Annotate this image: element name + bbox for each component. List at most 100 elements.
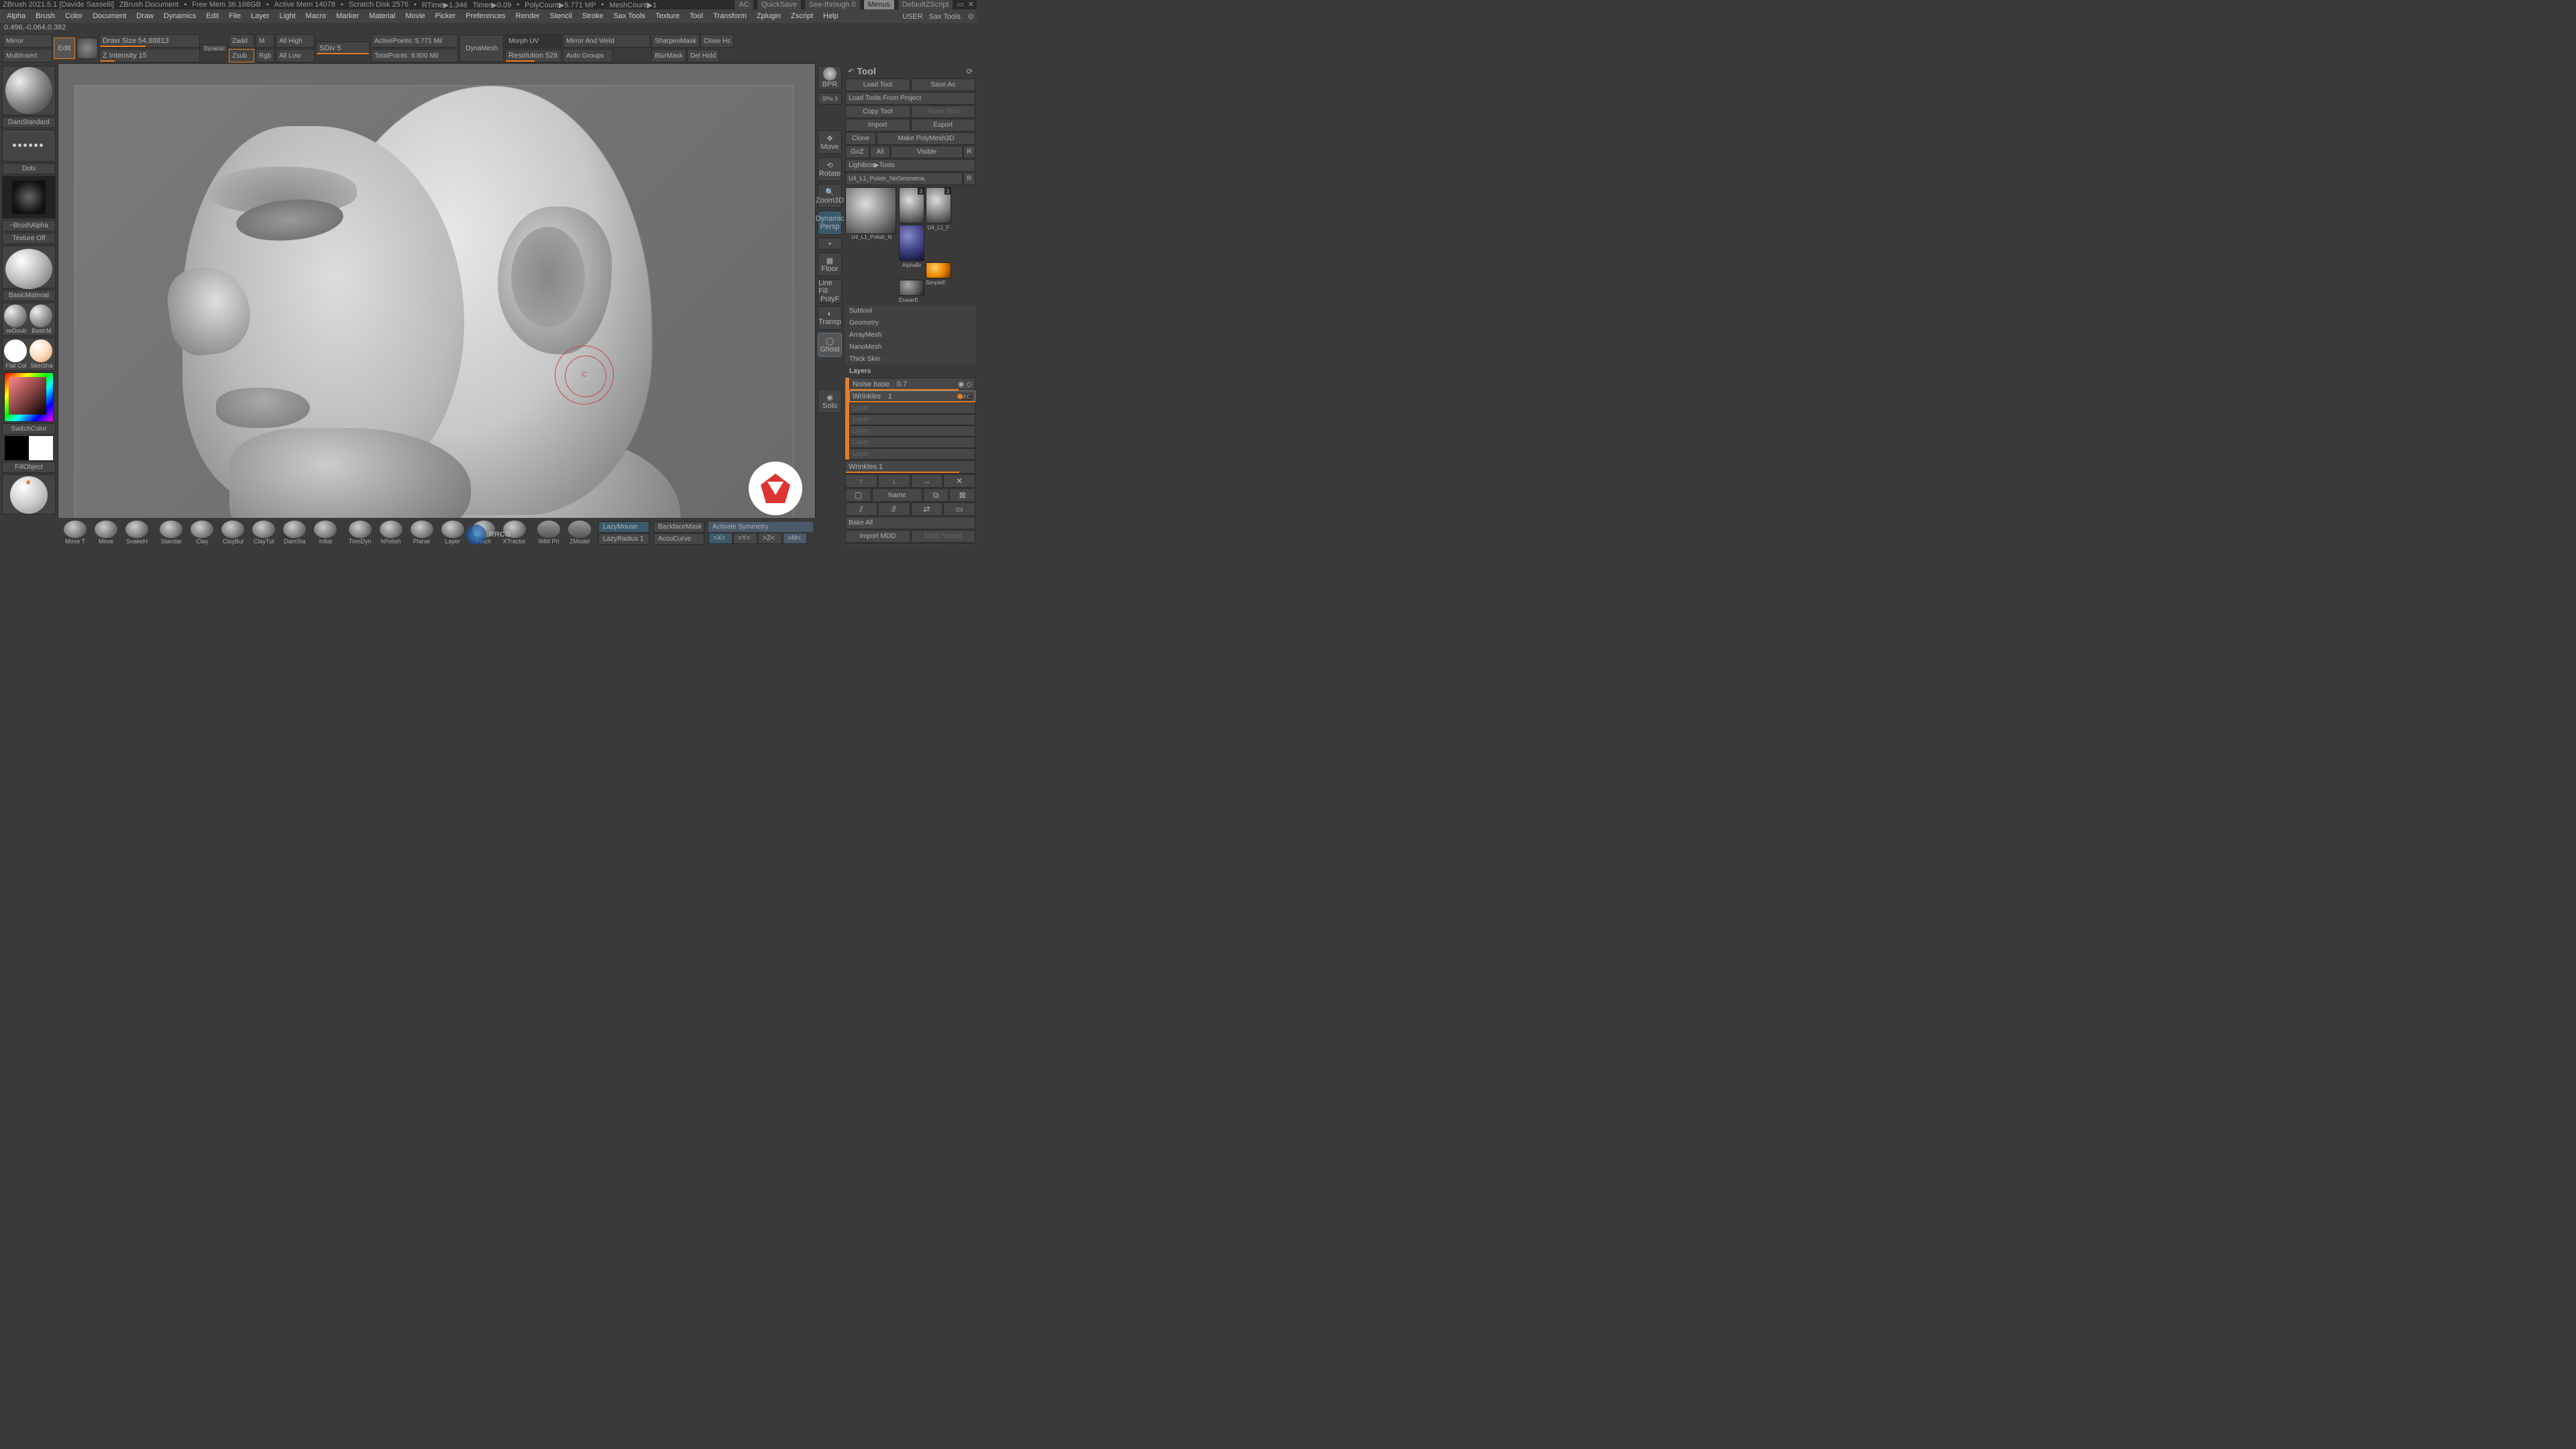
del-hidden-button[interactable]: Del Hidd (687, 49, 719, 62)
load-tool-button[interactable]: Load Tool (845, 78, 910, 91)
layer-cross-icon[interactable]: ✕ (943, 474, 975, 488)
tool-thumb-2[interactable]: 3 (926, 187, 951, 223)
layer-up-icon[interactable]: ↑ (845, 474, 877, 488)
section-thickskin[interactable]: Thick Skin (845, 354, 975, 365)
tool-thumb-1[interactable]: 3 (899, 187, 924, 223)
menu-saxtools[interactable]: Sax Tools (609, 11, 649, 21)
brush-move-t[interactable]: Move T (60, 521, 90, 545)
multiinsert-button[interactable]: MultiInsert (3, 49, 52, 62)
clone-button[interactable]: Clone (845, 132, 876, 145)
layer-empty[interactable]: Layer (849, 448, 975, 460)
brush-thumbnail[interactable] (2, 66, 56, 115)
goz-all-button[interactable]: All (870, 146, 890, 158)
mirror-button[interactable]: Mirror (3, 34, 52, 48)
zsub-button[interactable]: Zsub (229, 49, 254, 62)
record-deform-button[interactable]: Record Deform (845, 543, 952, 545)
menu-render[interactable]: Render (512, 11, 544, 21)
backfacemask-toggle[interactable]: BackfaceMask (653, 521, 704, 533)
lazymouse-toggle[interactable]: LazyMouse (598, 521, 649, 533)
menu-material[interactable]: Material (365, 11, 399, 21)
menu-transform[interactable]: Transform (709, 11, 751, 21)
refresh-icon[interactable]: ⟳ (967, 67, 973, 76)
spix-button[interactable]: SPix 3 (818, 93, 842, 105)
brush-clay[interactable]: Clay (187, 521, 217, 545)
section-geometry[interactable]: Geometry (845, 317, 975, 329)
layer-down-icon[interactable]: ↓ (878, 474, 910, 488)
menu-layer[interactable]: Layer (247, 11, 274, 21)
brush-trimdyn[interactable]: TrimDyn (345, 521, 375, 545)
ac-button[interactable]: AC (735, 0, 753, 9)
menu-movie[interactable]: Movie (401, 11, 429, 21)
menu-zplugin[interactable]: Zplugin (753, 11, 785, 21)
menu-picker[interactable]: Picker (431, 11, 460, 21)
menu-dynamics[interactable]: Dynamics (160, 11, 200, 21)
sym-y-button[interactable]: >Y< (733, 533, 757, 544)
default-zscript-button[interactable]: DefaultZScript (898, 0, 953, 9)
z-intensity-slider[interactable]: Z Intensity 15 (99, 49, 200, 62)
paste-tool-button[interactable]: Paste Tool (911, 105, 976, 118)
brush-layer[interactable]: Layer (438, 521, 468, 545)
zadd-button[interactable]: Zadd (229, 34, 254, 48)
bake-all-button[interactable]: Bake All (845, 517, 975, 529)
layer-empty[interactable]: Layer (849, 414, 975, 425)
brush-claytut[interactable]: ClayTut (249, 521, 278, 545)
load-tools-project-button[interactable]: Load Tools From Project (845, 92, 975, 105)
sym-z-button[interactable]: >Z< (758, 533, 782, 544)
ghost-button[interactable]: ◯Ghost (818, 333, 842, 357)
menu-stencil[interactable]: Stencil (546, 11, 576, 21)
menu-file[interactable]: File (225, 11, 245, 21)
tool-thumb-4[interactable] (926, 262, 951, 278)
draw-mode-button[interactable] (76, 38, 98, 59)
mirror-and-weld-button[interactable]: Mirror And Weld (563, 34, 650, 48)
layer-fwd-icon[interactable]: → (911, 474, 943, 488)
section-arraymesh[interactable]: ArrayMesh (845, 329, 975, 341)
accucurve-toggle[interactable]: AccuCurve (653, 533, 704, 545)
material-thumbnail[interactable] (2, 246, 56, 288)
brush-standard[interactable]: Standar (156, 521, 186, 545)
brush-snakeh[interactable]: SnakeH (122, 521, 152, 545)
copy-tool-button[interactable]: Copy Tool (845, 105, 910, 118)
close-holes-button[interactable]: Close Hc (700, 34, 735, 48)
record-deform-tion[interactable]: tion (953, 543, 975, 545)
brush-hpolish[interactable]: hPolish (376, 521, 406, 545)
viewport[interactable] (58, 63, 816, 545)
save-as-button[interactable]: Save As (911, 78, 976, 91)
sdiv-slider[interactable]: SDiv 5 (316, 42, 370, 55)
transp-button[interactable]: ◐Transp (818, 306, 842, 330)
layer-name-button[interactable]: Name (872, 488, 922, 502)
current-layer-slider[interactable]: Wrinkles 1 (845, 460, 975, 474)
draw-size-slider[interactable]: Draw Size 54.88813 (99, 34, 200, 48)
brush-claybui[interactable]: ClayBui (218, 521, 248, 545)
lazyradius-slider[interactable]: LazyRadius 1 (598, 533, 649, 545)
move-button[interactable]: ✥Move (818, 130, 842, 154)
layer-split-icon[interactable]: ⫽ (845, 502, 877, 516)
layer-empty[interactable]: Layer (849, 425, 975, 437)
brush-move[interactable]: Move (91, 521, 121, 545)
import-mdd-button[interactable]: Import MDD (845, 530, 910, 543)
active-tool-name[interactable]: U4_L1_Polish_NoSimmetria. (845, 172, 963, 185)
sym-m-button[interactable]: >M< (783, 533, 807, 544)
goz-visible-button[interactable]: Visible (891, 146, 963, 158)
arrow-down-icon[interactable]: ▾ (818, 237, 842, 250)
menu-alpha[interactable]: Alpha (3, 11, 30, 21)
brush-zmodel[interactable]: ZModel (565, 521, 594, 545)
texture-off[interactable]: Texture Off (2, 233, 56, 244)
seethrough-slider[interactable]: See-through 0 (805, 0, 860, 9)
rotate-button[interactable]: ⟲Rotate (818, 157, 842, 181)
pin-icon[interactable]: ⊙ (968, 13, 974, 21)
tool-thumb-5[interactable] (899, 280, 924, 296)
menu-preferences[interactable]: Preferences (462, 11, 509, 21)
all-low-button[interactable]: All Low (276, 49, 315, 62)
section-nanomesh[interactable]: NanoMesh (845, 341, 975, 353)
section-layers[interactable]: Layers (845, 366, 975, 377)
material-flatcol[interactable] (4, 339, 27, 362)
menu-color[interactable]: Color (61, 11, 87, 21)
menu-macro[interactable]: Macro (301, 11, 330, 21)
dynamic-label[interactable]: Dynamic (201, 44, 227, 52)
material-skinsha[interactable] (30, 339, 52, 362)
resolution-slider[interactable]: Resolution 528 (505, 49, 561, 62)
layer-noise-base[interactable]: Noise base 0.7 ◉ ◇ (849, 378, 975, 390)
brush-damstandard[interactable]: DamSta (280, 521, 309, 545)
layer-merge-icon[interactable]: ⫻ (878, 502, 910, 516)
menus-button[interactable]: Menus (864, 0, 894, 9)
